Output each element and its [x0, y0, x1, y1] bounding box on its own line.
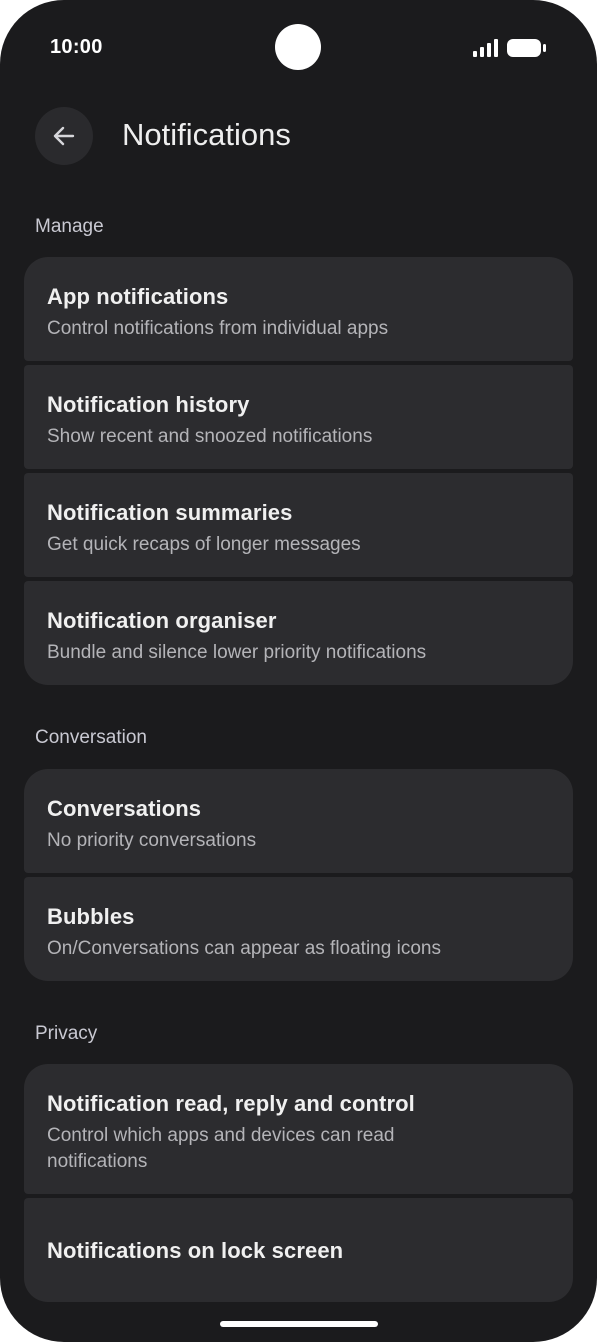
item-subtitle: No priority conversations	[47, 830, 257, 851]
back-button[interactable]	[35, 107, 93, 165]
item-title: Notification organiser	[47, 608, 277, 633]
item-title: Bubbles	[47, 904, 135, 929]
item-title: Notification history	[47, 392, 250, 417]
home-indicator[interactable]	[220, 1321, 378, 1327]
app-notifications-item[interactable]: App notifications Control notifications …	[24, 257, 573, 361]
section-label-manage: Manage	[35, 216, 104, 237]
item-title: Notification read, reply and control	[47, 1091, 415, 1116]
conversations-item[interactable]: Conversations No priority conversations	[24, 769, 573, 873]
battery-icon	[507, 39, 546, 57]
item-title: App notifications	[47, 284, 229, 309]
section-label-conversation: Conversation	[35, 727, 147, 748]
item-subtitle: Get quick recaps of longer messages	[47, 534, 361, 555]
item-subtitle: Bundle and silence lower priority notifi…	[47, 642, 427, 663]
item-title: Conversations	[47, 796, 202, 821]
status-time: 10:00	[50, 36, 103, 58]
arrow-left-icon	[53, 126, 75, 146]
phone-screen: 10:00 Notifications Manage App notificat…	[0, 0, 597, 1342]
section-label-privacy: Privacy	[35, 1023, 98, 1044]
bubbles-item[interactable]: Bubbles On/Conversations can appear as f…	[24, 877, 573, 981]
item-title: Notification summaries	[47, 500, 293, 525]
notification-organiser-item[interactable]: Notification organiser Bundle and silenc…	[24, 581, 573, 685]
item-subtitle: On/Conversations can appear as floating …	[47, 938, 441, 959]
item-subtitle: Control notifications from individual ap…	[47, 318, 389, 339]
page-title: Notifications	[122, 117, 291, 152]
status-bar: 10:00	[0, 0, 597, 96]
notifications-lock-screen-item[interactable]: Notifications on lock screen	[24, 1198, 573, 1302]
item-subtitle: Show recent and snoozed notifications	[47, 426, 373, 447]
item-title: Notifications on lock screen	[47, 1238, 344, 1263]
item-subtitle: Control which apps and devices can read …	[47, 1125, 395, 1172]
notification-read-reply-control-item[interactable]: Notification read, reply and control Con…	[24, 1064, 573, 1194]
camera-cutout	[275, 24, 321, 70]
notification-history-item[interactable]: Notification history Show recent and sno…	[24, 365, 573, 469]
signal-icon	[473, 39, 498, 57]
notification-summaries-item[interactable]: Notification summaries Get quick recaps …	[24, 473, 573, 577]
